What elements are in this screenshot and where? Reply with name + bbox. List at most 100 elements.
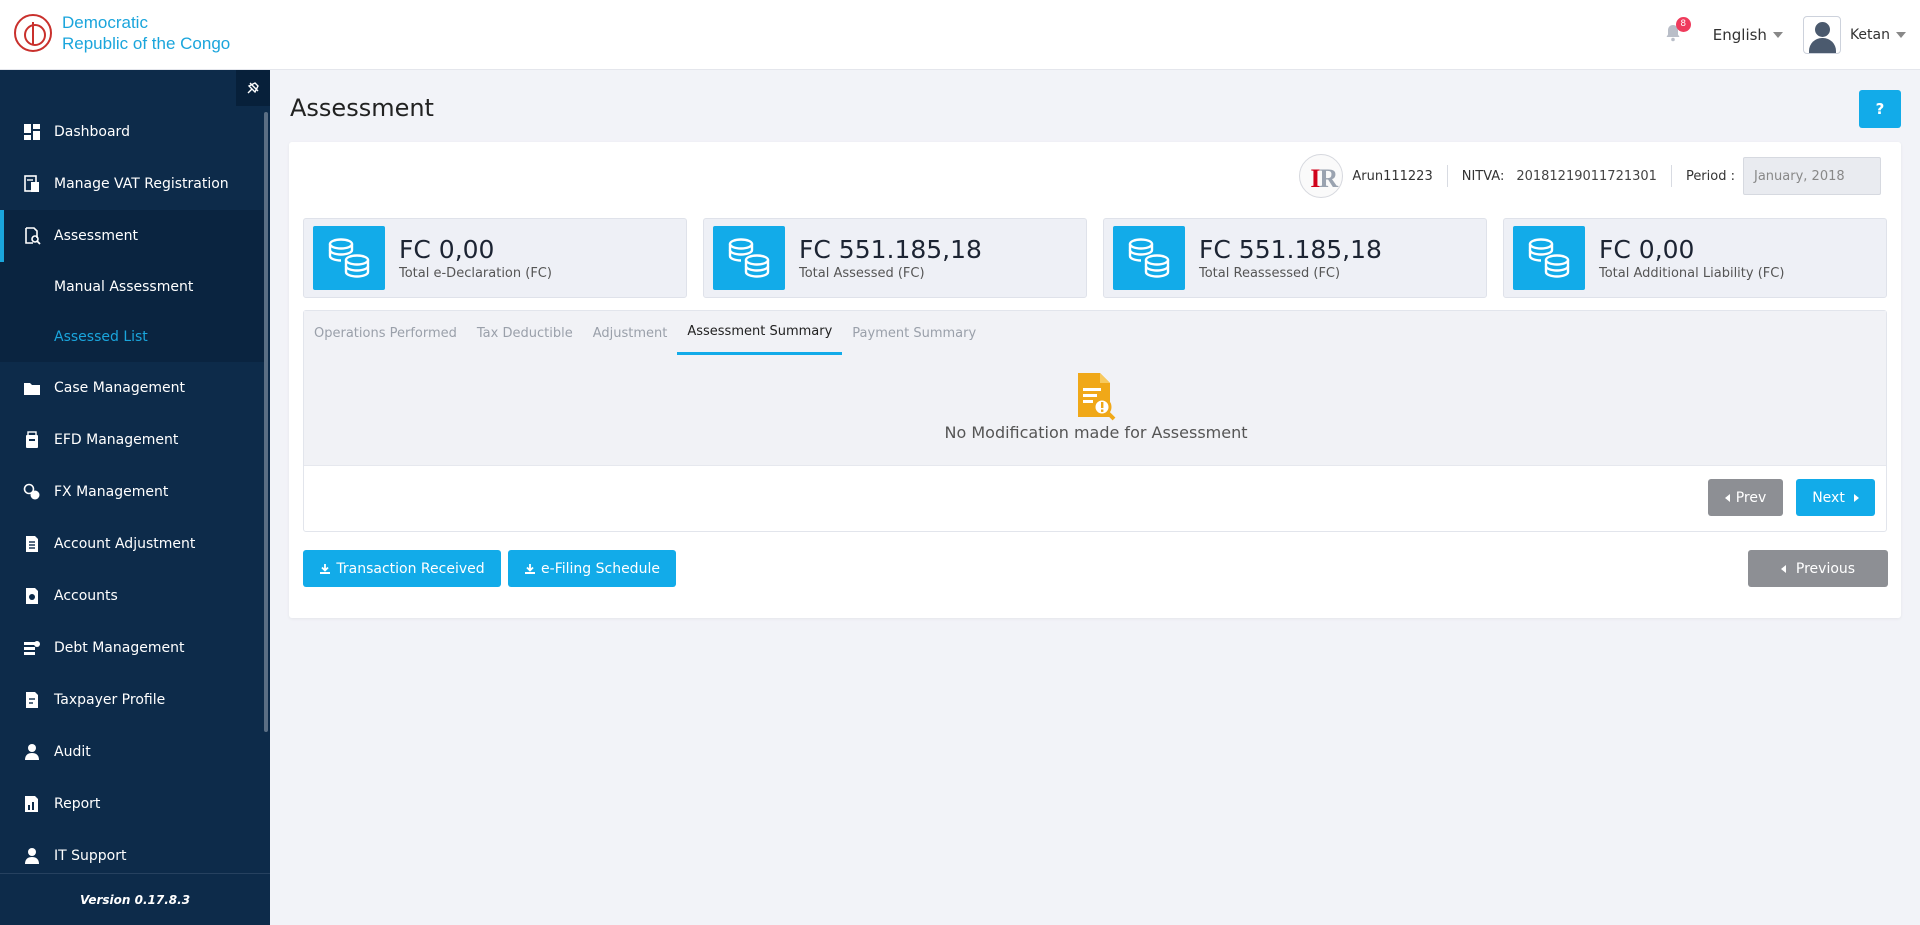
fx-icon <box>22 482 42 502</box>
nitva-value: 20181219011721301 <box>1516 168 1657 184</box>
taxpayer-logo: RI <box>1299 154 1344 198</box>
sidebar-item-label: FX Management <box>54 484 169 500</box>
brand-name: Democratic Republic of the Congo <box>62 12 230 54</box>
tab-tax-deductible[interactable]: Tax Deductible <box>467 311 583 355</box>
next-button[interactable]: Next <box>1796 479 1875 516</box>
sidebar-nav: Dashboard Manage VAT Registration Assess… <box>0 106 264 882</box>
language-label: English <box>1712 26 1767 44</box>
user-icon <box>22 742 42 762</box>
tab-bar: Operations Performed Tax Deductible Adju… <box>304 311 1886 355</box>
tab-operations-performed[interactable]: Operations Performed <box>304 311 467 355</box>
sidebar-item-label: Dashboard <box>54 124 130 140</box>
sidebar-item-audit[interactable]: Audit <box>0 726 264 778</box>
prev-button[interactable]: Prev <box>1708 479 1783 516</box>
previous-label: Previous <box>1795 560 1856 577</box>
chevron-down-icon <box>1896 32 1906 38</box>
sidebar-item-debt-management[interactable]: Debt Management <box>0 622 264 674</box>
debt-icon <box>22 638 42 658</box>
coat-of-arms-logo <box>14 14 52 52</box>
stat-total-e-declaration: FC 0,00 Total e-Declaration (FC) <box>303 218 687 298</box>
notification-button[interactable]: 8 <box>1663 17 1691 47</box>
help-button[interactable]: ? <box>1859 90 1901 128</box>
document-search-icon <box>1078 373 1116 421</box>
coins-icon <box>313 226 385 290</box>
coins-icon <box>1113 226 1185 290</box>
sidebar-scrollbar[interactable] <box>264 112 268 732</box>
user-menu[interactable]: Ketan <box>1850 27 1906 43</box>
tab-content: No Modification made for Assessment <box>304 355 1886 465</box>
sidebar-item-accounts[interactable]: Accounts <box>0 570 264 622</box>
e-filing-schedule-label: e-Filing Schedule <box>541 560 660 577</box>
coins-icon <box>1513 226 1585 290</box>
avatar[interactable] <box>1802 16 1841 54</box>
sidebar-item-fx-management[interactable]: FX Management <box>0 466 264 518</box>
accounts-icon <box>22 586 42 606</box>
sidebar-item-label: Manage VAT Registration <box>54 176 229 192</box>
stat-label: Total Assessed (FC) <box>799 265 925 281</box>
sidebar-item-taxpayer-profile[interactable]: Taxpayer Profile <box>0 674 264 726</box>
tab-payment-summary[interactable]: Payment Summary <box>842 311 986 355</box>
sidebar-item-label: Accounts <box>54 588 118 604</box>
sidebar-item-label: Audit <box>54 744 91 760</box>
download-icon <box>319 563 331 575</box>
stat-value: FC 0,00 <box>1599 234 1695 264</box>
e-filing-schedule-button[interactable]: e-Filing Schedule <box>508 550 676 587</box>
sidebar-item-label: EFD Management <box>54 432 179 448</box>
sidebar: Dashboard Manage VAT Registration Assess… <box>0 70 270 925</box>
stat-total-assessed: FC 551.185,18 Total Assessed (FC) <box>703 218 1087 298</box>
pin-sidebar-button[interactable] <box>236 70 270 106</box>
coins-icon <box>713 226 785 290</box>
assessment-card: RI Arun111223 NITVA: 20181219011721301 P… <box>289 142 1901 618</box>
sidebar-item-dashboard[interactable]: Dashboard <box>0 106 264 158</box>
caret-left-icon <box>1780 564 1786 573</box>
brand-line-2: Republic of the Congo <box>62 34 231 53</box>
stat-total-reassessed: FC 551.185,18 Total Reassessed (FC) <box>1103 218 1487 298</box>
sidebar-item-case-management[interactable]: Case Management <box>0 362 264 414</box>
transaction-received-button[interactable]: Transaction Received <box>303 550 501 587</box>
document-icon <box>22 534 42 554</box>
sidebar-item-label: Assessment <box>54 228 138 244</box>
next-label: Next <box>1812 489 1845 506</box>
empty-state-message: No Modification made for Assessment <box>944 423 1248 442</box>
sidebar-item-efd-management[interactable]: EFD Management <box>0 414 264 466</box>
caret-right-icon <box>1853 493 1859 502</box>
app-version: Version 0.17.8.3 <box>0 873 270 925</box>
taxpayer-name: Arun111223 <box>1352 168 1433 184</box>
sidebar-item-manage-vat-registration[interactable]: Manage VAT Registration <box>0 158 264 210</box>
divider <box>1446 165 1448 187</box>
tab-adjustment[interactable]: Adjustment <box>583 311 678 355</box>
download-icon <box>524 563 536 575</box>
user-name: Ketan <box>1849 27 1890 43</box>
header-actions: 8 English Ketan <box>1663 16 1906 54</box>
assessment-submenu: Manual Assessment Assessed List <box>0 262 264 362</box>
unpin-icon <box>247 82 259 94</box>
previous-button[interactable]: Previous <box>1748 550 1888 587</box>
sidebar-subitem-manual-assessment[interactable]: Manual Assessment <box>0 262 264 312</box>
stat-value: FC 0,00 <box>399 234 495 264</box>
stat-total-additional-liability: FC 0,00 Total Additional Liability (FC) <box>1503 218 1887 298</box>
sidebar-item-report[interactable]: Report <box>0 778 264 830</box>
page-title: Assessment <box>290 94 434 122</box>
sidebar-item-label: IT Support <box>54 848 127 864</box>
chevron-down-icon <box>1772 32 1783 38</box>
language-selector[interactable]: English <box>1713 26 1783 44</box>
sidebar-subitem-assessed-list[interactable]: Assessed List <box>0 312 264 362</box>
period-field[interactable]: January, 2018 <box>1743 157 1881 195</box>
sidebar-item-label: Report <box>54 796 101 812</box>
transaction-received-label: Transaction Received <box>336 560 485 577</box>
sidebar-item-assessment[interactable]: Assessment <box>0 210 264 262</box>
assessment-tabs-panel: Operations Performed Tax Deductible Adju… <box>303 310 1887 532</box>
stat-label: Total Additional Liability (FC) <box>1599 265 1785 281</box>
stat-value: FC 551.185,18 <box>1199 234 1382 264</box>
sidebar-item-label: Account Adjustment <box>54 536 196 552</box>
folder-icon <box>22 378 42 398</box>
period-label: Period : <box>1685 168 1735 184</box>
report-icon <box>22 794 42 814</box>
divider <box>1670 165 1672 187</box>
sidebar-item-account-adjustment[interactable]: Account Adjustment <box>0 518 264 570</box>
brand[interactable]: Democratic Republic of the Congo <box>14 12 230 54</box>
tab-assessment-summary[interactable]: Assessment Summary <box>677 311 843 355</box>
dashboard-icon <box>22 122 42 142</box>
profile-document-icon <box>22 690 42 710</box>
prev-label: Prev <box>1735 489 1767 506</box>
